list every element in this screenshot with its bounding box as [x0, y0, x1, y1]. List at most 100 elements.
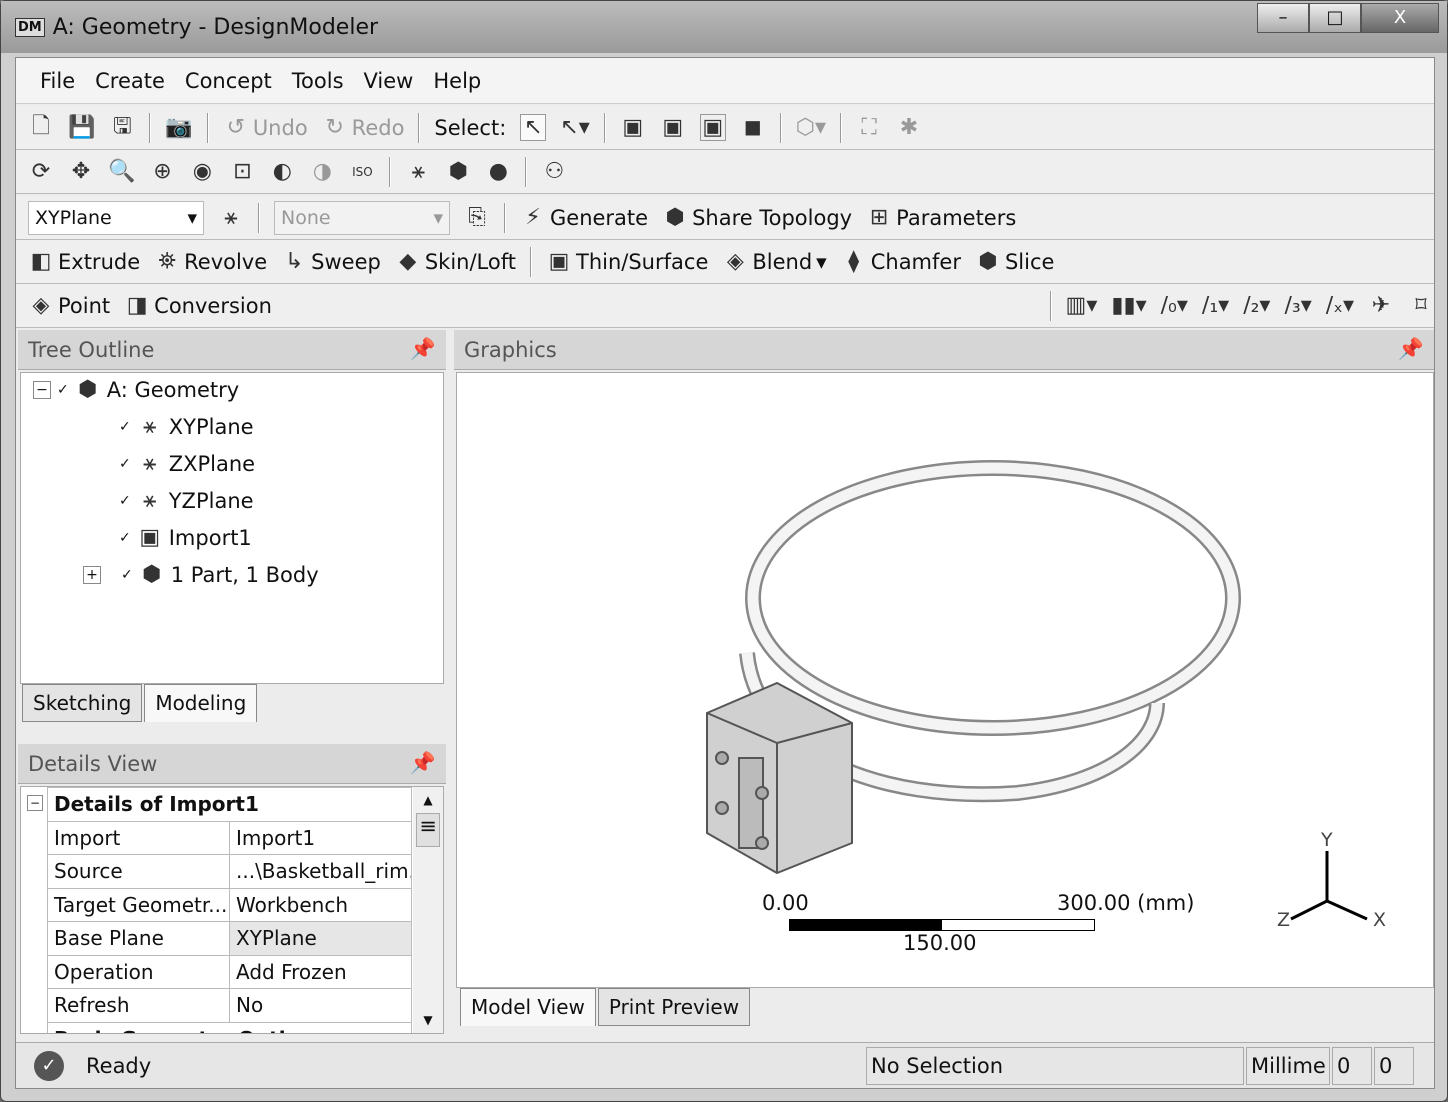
look-at-icon[interactable]: ⚇	[541, 159, 567, 184]
box-zoom-icon[interactable]: ⊡	[229, 159, 255, 184]
display-points-icon[interactable]: ●	[485, 159, 511, 184]
save-icon[interactable]: 💾	[68, 115, 95, 140]
property-value[interactable]: ...\Basketball_rim.S	[228, 854, 413, 889]
details-scrollbar[interactable]: ▲ ≡ ▼	[413, 787, 443, 1033]
constraint-1-icon[interactable]: ∕₁▾	[1202, 293, 1229, 318]
close-button[interactable]: X	[1361, 3, 1439, 33]
zoom-in-icon[interactable]: ⊕	[149, 159, 175, 184]
undo-button[interactable]: ↺ Undo	[223, 115, 308, 140]
pin-icon[interactable]: 📌	[1398, 337, 1424, 362]
zoom-icon[interactable]: 🔍	[108, 159, 135, 184]
tree-item-import1[interactable]: ✓ ▣ Import1	[119, 525, 252, 550]
select-points-icon[interactable]: ▣	[620, 115, 646, 140]
select-bodies-icon[interactable]: ◼	[740, 115, 766, 140]
pin-icon[interactable]: 📌	[410, 751, 436, 776]
select-mode-dropdown-icon[interactable]: ↖▾	[560, 115, 589, 140]
tab-print-preview[interactable]: Print Preview	[597, 988, 751, 1026]
layout-dropdown-icon[interactable]: ▥▾	[1066, 293, 1098, 318]
constraint-2-icon[interactable]: ∕₂▾	[1243, 293, 1270, 318]
graphics-viewport[interactable]: 0.00 300.00 (mm) 150.00 Y X Z	[456, 372, 1434, 988]
skin-loft-button[interactable]: ◆ Skin/Loft	[395, 249, 516, 274]
menu-concept[interactable]: Concept	[185, 69, 272, 93]
chamfer-button[interactable]: ⧫ Chamfer	[841, 249, 961, 274]
new-icon[interactable]: 🗋	[28, 109, 54, 147]
scroll-thumb[interactable]: ≡	[416, 813, 440, 847]
expand-all-icon[interactable]: ⛶	[856, 115, 882, 140]
collapse-icon[interactable]: ✱	[896, 115, 922, 140]
select-edges-icon[interactable]: ▣	[660, 115, 686, 140]
point-button[interactable]: ◈ Point	[28, 293, 111, 318]
conversion-button[interactable]: ◨ Conversion	[124, 293, 272, 318]
display-plane-icon[interactable]: ⚹	[405, 159, 431, 184]
flag-icon[interactable]: ⌑	[1408, 293, 1434, 318]
property-value[interactable]: No	[228, 988, 413, 1023]
thin-surface-label: Thin/Surface	[576, 249, 709, 274]
table-row[interactable]: Target Geometr... Workbench	[47, 887, 413, 922]
pan-icon[interactable]: ✥	[68, 159, 94, 184]
tree-item-yzplane[interactable]: ✓ ⚹ YZPlane	[119, 488, 254, 513]
sweep-button[interactable]: ↳ Sweep	[281, 249, 381, 274]
scroll-up-icon[interactable]: ▲	[413, 793, 443, 807]
property-value[interactable]: Import1	[228, 820, 413, 855]
table-row[interactable]: Source ...\Basketball_rim.S	[47, 854, 413, 889]
next-view-icon[interactable]: ◑	[309, 159, 335, 184]
constraint-3-icon[interactable]: ∕₃▾	[1284, 293, 1311, 318]
constraint-x-icon[interactable]: ∕ₓ▾	[1326, 293, 1354, 318]
screenshot-camera-icon[interactable]: 📷	[165, 115, 192, 140]
property-value[interactable]: XYPlane	[228, 921, 413, 956]
property-value[interactable]: Workbench	[228, 887, 413, 922]
select-faces-icon[interactable]: ▣	[699, 114, 726, 141]
tree-item-root[interactable]: − ✓ ⬢ A: Geometry	[33, 377, 239, 402]
thin-surface-button[interactable]: ▣ Thin/Surface	[546, 249, 709, 274]
table-row[interactable]: Import Import1	[47, 820, 413, 855]
maximize-button[interactable]: □	[1309, 3, 1361, 33]
sketch-select[interactable]: None ▾	[274, 200, 450, 235]
tab-model-view[interactable]: Model View	[460, 988, 596, 1026]
zoom-fit-icon[interactable]: ◉	[189, 159, 215, 184]
menu-tools[interactable]: Tools	[292, 69, 344, 93]
minimize-button[interactable]: –	[1257, 3, 1309, 33]
collapse-icon[interactable]: −	[33, 380, 51, 399]
tab-sketching[interactable]: Sketching	[22, 684, 143, 722]
tab-modeling[interactable]: Modeling	[144, 684, 258, 722]
menu-help[interactable]: Help	[433, 69, 481, 93]
display-model-icon[interactable]: ⬢	[445, 159, 471, 184]
blend-button[interactable]: ◈ Blend ▾	[722, 249, 827, 274]
extrude-button[interactable]: ◧ Extrude	[28, 249, 141, 274]
parameters-button[interactable]: ⊞ Parameters	[866, 205, 1016, 230]
new-plane-icon[interactable]: ⚹	[218, 205, 244, 230]
redo-button[interactable]: ↻ Redo	[322, 115, 404, 140]
table-row[interactable]: Operation Add Frozen	[47, 954, 413, 989]
sweep-label: Sweep	[311, 249, 381, 274]
pin-icon[interactable]: 📌	[410, 337, 436, 362]
new-sketch-icon[interactable]: ⎘	[464, 205, 490, 230]
generate-button[interactable]: ⚡ Generate	[520, 205, 648, 230]
tree-item-zxplane[interactable]: ✓ ⚹ ZXPlane	[119, 451, 255, 476]
menu-file[interactable]: File	[40, 69, 75, 93]
slice-button[interactable]: ⬢ Slice	[975, 249, 1054, 274]
layout2-dropdown-icon[interactable]: ▮▮▾	[1111, 293, 1146, 318]
collapse-icon[interactable]: −	[27, 795, 43, 811]
tree-item-xyplane[interactable]: ✓ ⚹ XYPlane	[119, 414, 254, 439]
single-select-icon[interactable]: ↖	[520, 114, 547, 141]
share-topology-icon: ⬢	[665, 205, 685, 230]
plane-select[interactable]: XYPlane ▾	[28, 200, 204, 235]
revolve-button[interactable]: ⛯ Revolve	[154, 249, 267, 274]
plane-icon: ⚹	[143, 414, 157, 439]
share-topology-button[interactable]: ⬢ Share Topology	[662, 205, 852, 230]
constraint-0-icon[interactable]: ∕₀▾	[1161, 293, 1188, 318]
rotate-icon[interactable]: ⟳	[28, 159, 54, 184]
previous-view-icon[interactable]: ◐	[269, 159, 295, 184]
menu-view[interactable]: View	[364, 69, 414, 93]
table-row[interactable]: Base Plane XYPlane	[47, 921, 413, 956]
extend-selection-icon[interactable]: ⬡▾	[796, 115, 826, 140]
property-value[interactable]: Add Frozen	[228, 954, 413, 989]
tree-item-parts[interactable]: + ✓ ⬢ 1 Part, 1 Body	[83, 562, 319, 587]
pin-tool-icon[interactable]: ✈	[1368, 293, 1394, 318]
iso-view-icon[interactable]: ISO	[349, 165, 375, 179]
menu-create[interactable]: Create	[95, 69, 165, 93]
expand-icon[interactable]: +	[83, 565, 101, 584]
table-row[interactable]: Refresh No	[47, 988, 413, 1023]
scroll-down-icon[interactable]: ▼	[413, 1013, 443, 1027]
save-as-icon[interactable]: 🖫	[109, 109, 135, 147]
